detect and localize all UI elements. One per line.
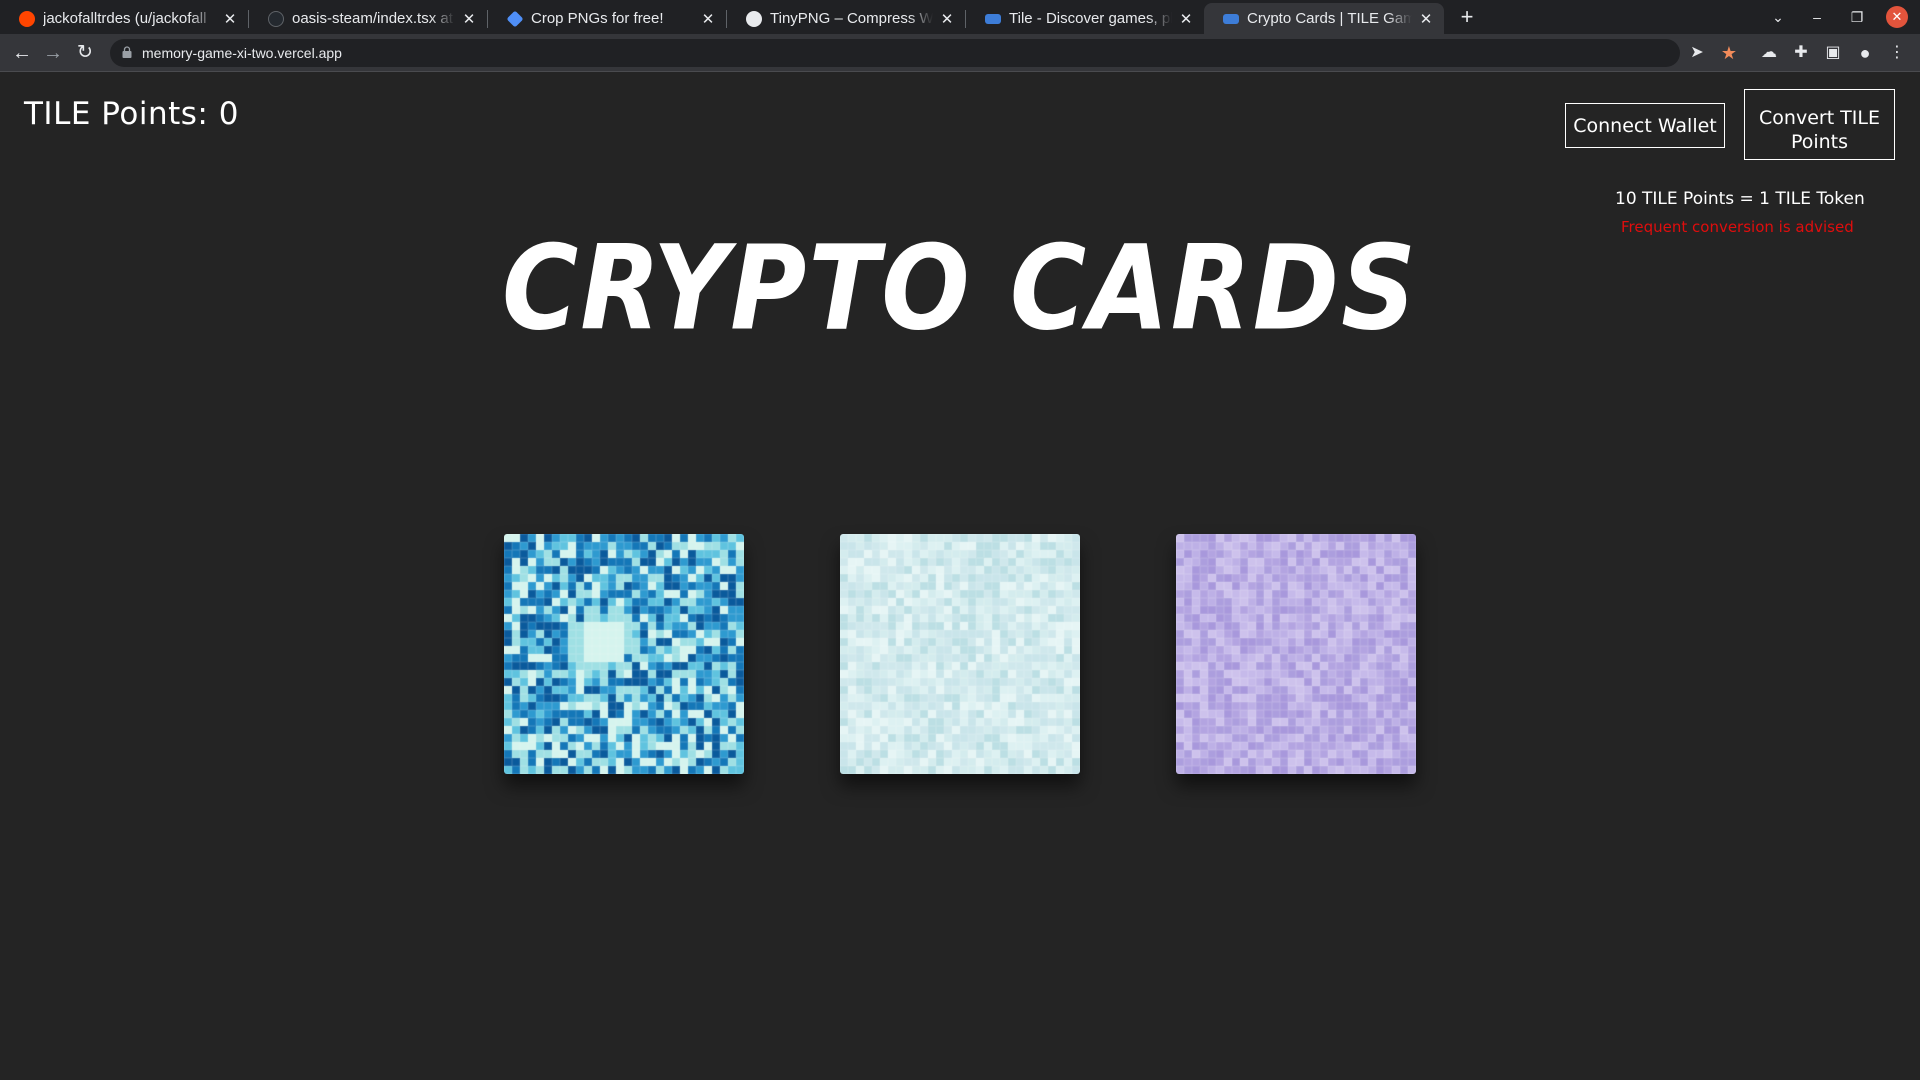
side-panel-icon[interactable]: ▣: [1822, 42, 1844, 64]
minimize-icon[interactable]: –: [1806, 6, 1828, 28]
tab-title: jackofalltrdes (u/jackofall: [43, 10, 207, 27]
profile-avatar-icon[interactable]: ●: [1854, 42, 1876, 64]
tab-search-chevron-icon[interactable]: ⌄: [1767, 6, 1789, 28]
tab-tinypng[interactable]: TinyPNG – Compress Web ✕: [727, 3, 965, 34]
browser-toolbar: ← → ↻ memory-game-xi-two.vercel.app ➤ ★ …: [0, 34, 1920, 72]
diamond-icon: [506, 10, 524, 27]
tab-title: Tile - Discover games, play: [1009, 10, 1172, 27]
reload-icon[interactable]: ↻: [73, 41, 97, 65]
browser-tab-strip: jackofalltrdes (u/jackofall ✕ oasis-stea…: [0, 0, 1920, 34]
tab-title: TinyPNG – Compress Web: [770, 10, 933, 27]
lavender-mosaic-card[interactable]: [1176, 534, 1416, 774]
close-tab-icon[interactable]: ✕: [461, 10, 477, 28]
page-content: TILE Points: 0 Connect Wallet Convert TI…: [0, 72, 1920, 1080]
close-tab-icon[interactable]: ✕: [1418, 10, 1434, 28]
cloud-extension-icon[interactable]: ☁: [1758, 42, 1780, 64]
panda-icon: [746, 10, 762, 27]
tile-icon: [985, 13, 1001, 24]
address-bar[interactable]: memory-game-xi-two.vercel.app: [110, 39, 1680, 67]
back-arrow-icon[interactable]: ←: [10, 41, 34, 65]
url-text: memory-game-xi-two.vercel.app: [142, 45, 342, 61]
page-title: CRYPTO CARDS: [501, 219, 1419, 357]
card-mosaic-image: [504, 534, 744, 774]
blue-mosaic-card[interactable]: [504, 534, 744, 774]
tile-icon: [1223, 13, 1239, 24]
pale-mosaic-card[interactable]: [840, 534, 1080, 774]
new-tab-button[interactable]: +: [1454, 4, 1480, 30]
tab-title: oasis-steam/index.tsx at: [292, 10, 453, 27]
forward-arrow-icon[interactable]: →: [41, 41, 65, 65]
lock-icon: [122, 46, 132, 58]
reddit-icon: [19, 10, 35, 27]
extensions-puzzle-icon[interactable]: ✚: [1790, 42, 1812, 64]
tab-reddit[interactable]: jackofalltrdes (u/jackofall ✕: [0, 3, 248, 34]
github-icon: [268, 10, 284, 27]
tile-points-counter: TILE Points: 0: [24, 96, 239, 132]
tab-tile-discover[interactable]: Tile - Discover games, play ✕: [966, 3, 1204, 34]
tab-crypto-cards[interactable]: Crypto Cards | TILE Games ✕: [1204, 3, 1444, 34]
tab-title: Crop PNGs for free!: [531, 10, 664, 27]
close-window-icon[interactable]: ✕: [1886, 6, 1908, 28]
card-mosaic-image: [1176, 534, 1416, 774]
restore-icon[interactable]: ❐: [1846, 6, 1868, 28]
send-icon[interactable]: ➤: [1686, 42, 1708, 64]
close-tab-icon[interactable]: ✕: [222, 10, 238, 28]
close-tab-icon[interactable]: ✕: [939, 10, 955, 28]
close-tab-icon[interactable]: ✕: [1178, 10, 1194, 28]
bookmark-star-icon[interactable]: ★: [1718, 42, 1740, 64]
card-mosaic-image: [840, 534, 1080, 774]
tab-title: Crypto Cards | TILE Games: [1247, 10, 1412, 27]
conversion-rate-text: 10 TILE Points = 1 TILE Token: [1615, 189, 1865, 209]
tab-crop-pngs[interactable]: Crop PNGs for free! ✕: [488, 3, 726, 34]
close-tab-icon[interactable]: ✕: [700, 10, 716, 28]
menu-kebab-icon[interactable]: ⋮: [1886, 42, 1908, 64]
tab-github[interactable]: oasis-steam/index.tsx at ✕: [249, 3, 487, 34]
convert-tile-points-button[interactable]: Convert TILE Points: [1744, 89, 1895, 160]
connect-wallet-button[interactable]: Connect Wallet: [1565, 103, 1725, 148]
